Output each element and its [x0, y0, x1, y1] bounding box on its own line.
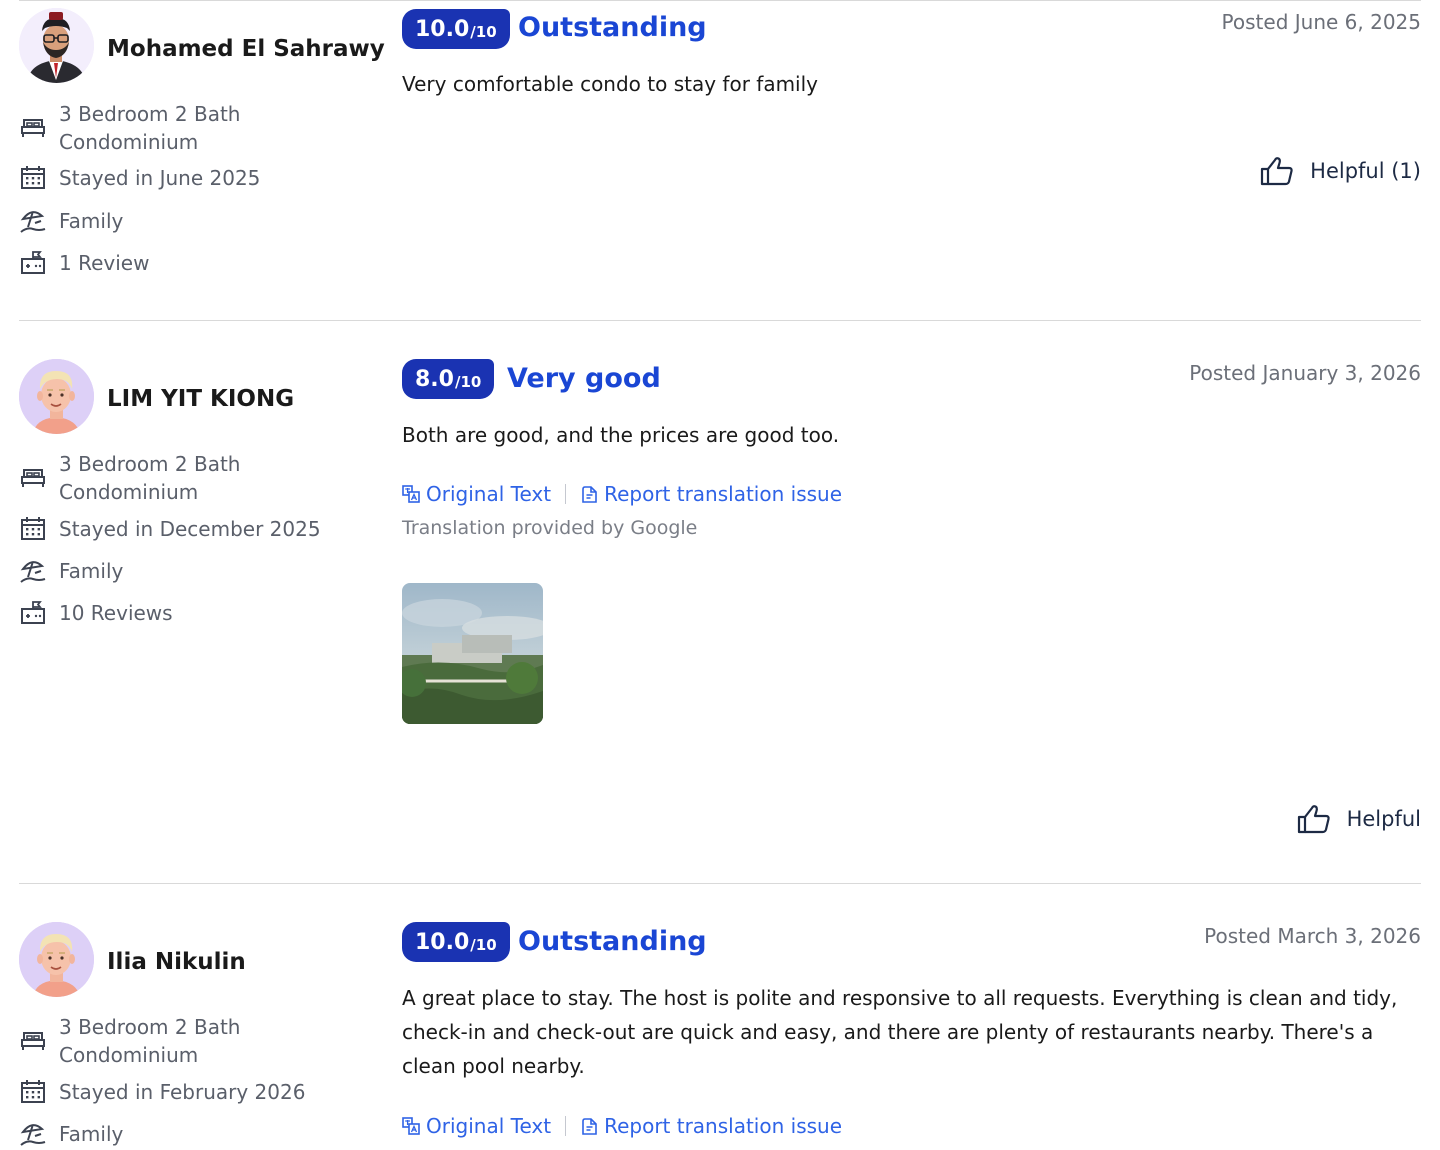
trip-type: Family	[19, 207, 359, 235]
bed-icon	[19, 464, 47, 490]
beach-umbrella-icon	[19, 558, 47, 584]
score-label: Very good	[507, 363, 661, 394]
reviewer-avatar	[19, 8, 94, 83]
thumbs-up-icon	[1260, 156, 1294, 186]
review-divider	[19, 883, 1421, 884]
condo-photo-image	[402, 583, 543, 724]
review-count-icon	[19, 600, 47, 626]
reviewer-name: Mohamed El Sahrawy	[107, 36, 385, 62]
report-icon	[580, 1117, 598, 1135]
score-badge: 8.0/10	[402, 359, 495, 399]
translate-icon	[402, 485, 420, 503]
reviewer-name: Ilia Nikulin	[107, 949, 246, 975]
room-type: 3 Bedroom 2 Bath Condominium	[19, 450, 359, 506]
beach-umbrella-icon	[19, 208, 47, 234]
translate-icon	[402, 1117, 420, 1135]
trip-type: Family	[19, 557, 359, 585]
reviewer-avatar	[19, 922, 94, 997]
helpful-button[interactable]: Helpful (1)	[1260, 156, 1421, 186]
posted-date: Posted January 3, 2026	[1189, 361, 1421, 385]
man-with-glasses-avatar	[19, 8, 94, 83]
top-divider	[19, 0, 1421, 1]
helpful-label: Helpful	[1346, 807, 1421, 831]
link-separator	[565, 484, 567, 504]
bed-icon	[19, 114, 47, 140]
stay-date: Stayed in February 2026	[19, 1078, 359, 1106]
link-separator	[565, 1116, 567, 1136]
review-text: Very comfortable condo to stay for famil…	[402, 72, 819, 96]
room-type: 3 Bedroom 2 Bath Condominium	[19, 100, 359, 156]
original-text-link[interactable]: Original Text	[402, 1114, 551, 1138]
translation-links: Original Text Report translation issue	[402, 482, 842, 506]
calendar-icon	[19, 165, 47, 191]
report-translation-link[interactable]: Report translation issue	[580, 482, 842, 506]
review-text: A great place to stay. The host is polit…	[402, 986, 1398, 1078]
score-badge: 10.0/10	[402, 922, 510, 962]
thumbs-up-icon	[1297, 804, 1331, 834]
blond-cartoon-avatar	[19, 922, 94, 997]
score-label: Outstanding	[518, 12, 707, 43]
helpful-button[interactable]: Helpful	[1297, 804, 1421, 834]
stay-date: Stayed in June 2025	[19, 164, 359, 192]
original-text-link[interactable]: Original Text	[402, 482, 551, 506]
beach-umbrella-icon	[19, 1121, 47, 1147]
review-count: 10 Reviews	[19, 599, 359, 627]
posted-date: Posted June 6, 2025	[1221, 10, 1421, 34]
stay-date: Stayed in December 2025	[19, 515, 359, 543]
trip-type: Family	[19, 1120, 359, 1148]
bed-icon	[19, 1027, 47, 1053]
helpful-label: Helpful (1)	[1310, 159, 1421, 183]
review-photo[interactable]	[402, 583, 543, 724]
score-badge: 10.0/10	[402, 9, 510, 49]
translation-links: Original Text Report translation issue	[402, 1114, 842, 1138]
score-label: Outstanding	[518, 926, 707, 957]
room-type: 3 Bedroom 2 Bath Condominium	[19, 1013, 359, 1069]
reviewer-name: LIM YIT KIONG	[107, 386, 295, 412]
calendar-icon	[19, 516, 47, 542]
blond-cartoon-avatar	[19, 359, 94, 434]
review-count: 1 Review	[19, 249, 359, 277]
review-divider	[19, 320, 1421, 321]
review-text: Both are good, and the prices are good t…	[402, 423, 840, 447]
reviewer-avatar	[19, 359, 94, 434]
review-count-icon	[19, 250, 47, 276]
report-translation-link[interactable]: Report translation issue	[580, 1114, 842, 1138]
translation-note: Translation provided by Google	[402, 517, 698, 539]
report-icon	[580, 485, 598, 503]
posted-date: Posted March 3, 2026	[1204, 924, 1421, 948]
calendar-icon	[19, 1079, 47, 1105]
